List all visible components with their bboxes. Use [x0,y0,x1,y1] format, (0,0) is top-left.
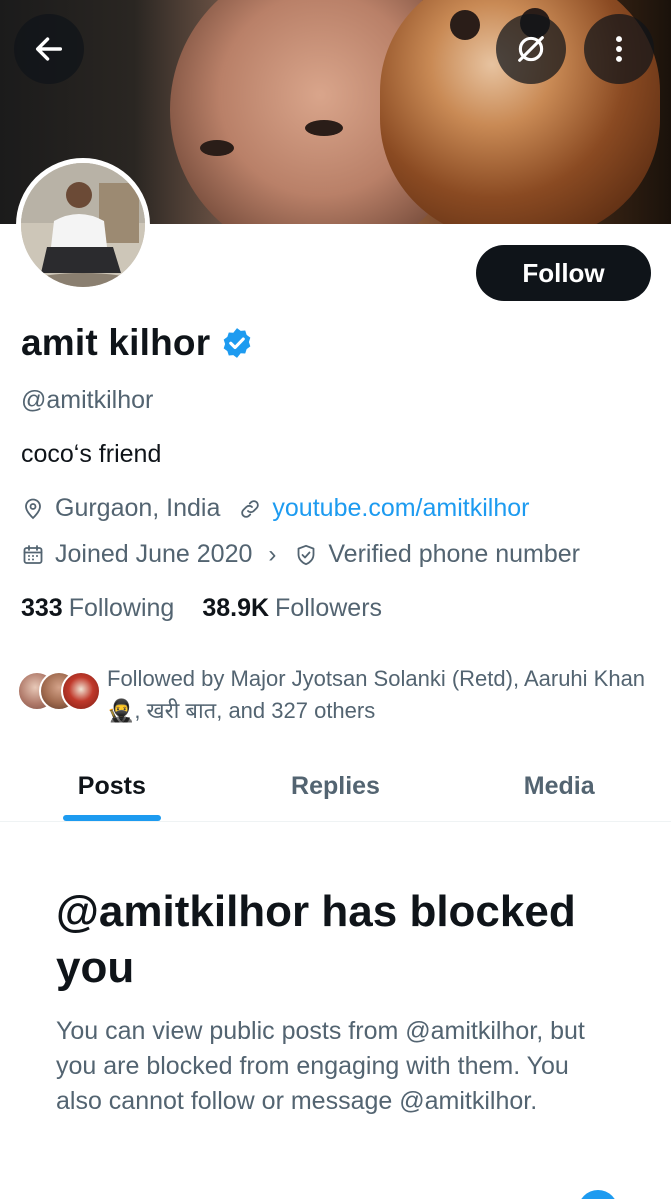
more-vertical-icon [616,36,622,62]
profile-bio: coco‘s friend [21,440,162,468]
tab-replies[interactable]: Replies [224,752,448,821]
banner-eye [305,120,343,136]
verified-phone-text: Verified phone number [328,540,580,568]
followed-by-avatars [17,671,105,715]
calendar-icon [23,544,43,564]
display-name: amit kilhor [21,322,211,363]
followers-stat[interactable]: 38.9K Followers [202,594,382,623]
following-count: 333 [21,594,63,622]
website-link[interactable]: youtube.com/amitkilhor [272,494,529,523]
tab-posts[interactable]: Posts [0,752,224,821]
verified-phone-item: Verified phone number [294,540,580,569]
slash-circle-icon [518,36,544,62]
follower-avatar [61,671,101,711]
more-button[interactable] [584,14,654,84]
blocked-title: @amitkilhor has blocked you [56,887,576,992]
following-label: Following [68,594,175,622]
tab-media[interactable]: Media [447,752,671,821]
back-button[interactable] [14,14,84,84]
profile-avatar[interactable] [16,158,150,292]
followed-by[interactable]: Followed by Major Jyotsan Solanki (Retd)… [17,663,647,727]
location-item: Gurgaon, India [21,494,220,523]
location-text: Gurgaon, India [55,494,221,522]
website-item[interactable]: youtube.com/amitkilhor [238,494,529,523]
profile-meta-row-2: Joined June 2020 › Verified phone number [21,540,598,569]
link-icon [241,499,260,518]
following-stat[interactable]: 333 Following [21,594,174,623]
followed-by-text: Followed by Major Jyotsan Solanki (Retd)… [107,666,646,723]
profile-meta-row-1: Gurgaon, India youtube.com/amitkilhor [21,494,547,523]
arrow-left-icon [35,37,63,61]
banner-eye [200,140,234,156]
follow-stats: 333 Following 38.9K Followers [21,594,410,623]
blocked-description: You can view public posts from @amitkilh… [56,1017,585,1115]
joined-item[interactable]: Joined June 2020 › [21,540,276,569]
followers-count: 38.9K [202,594,270,622]
name-row: amit kilhor [21,322,254,364]
followers-label: Followers [275,594,383,622]
profile-handle: @amitkilhor [21,386,154,414]
follow-button[interactable]: Follow [476,245,651,301]
shield-check-icon [297,544,315,565]
grok-button[interactable] [496,14,566,84]
verified-badge-icon[interactable] [220,326,254,360]
active-tab-indicator [63,815,161,821]
location-pin-icon [25,498,41,519]
chevron-right-icon[interactable]: › [268,541,276,569]
compose-fab[interactable] [578,1190,618,1199]
avatar-photo [21,163,145,287]
profile-tabs: Posts Replies Media [0,752,671,822]
joined-text: Joined June 2020 [55,540,253,568]
